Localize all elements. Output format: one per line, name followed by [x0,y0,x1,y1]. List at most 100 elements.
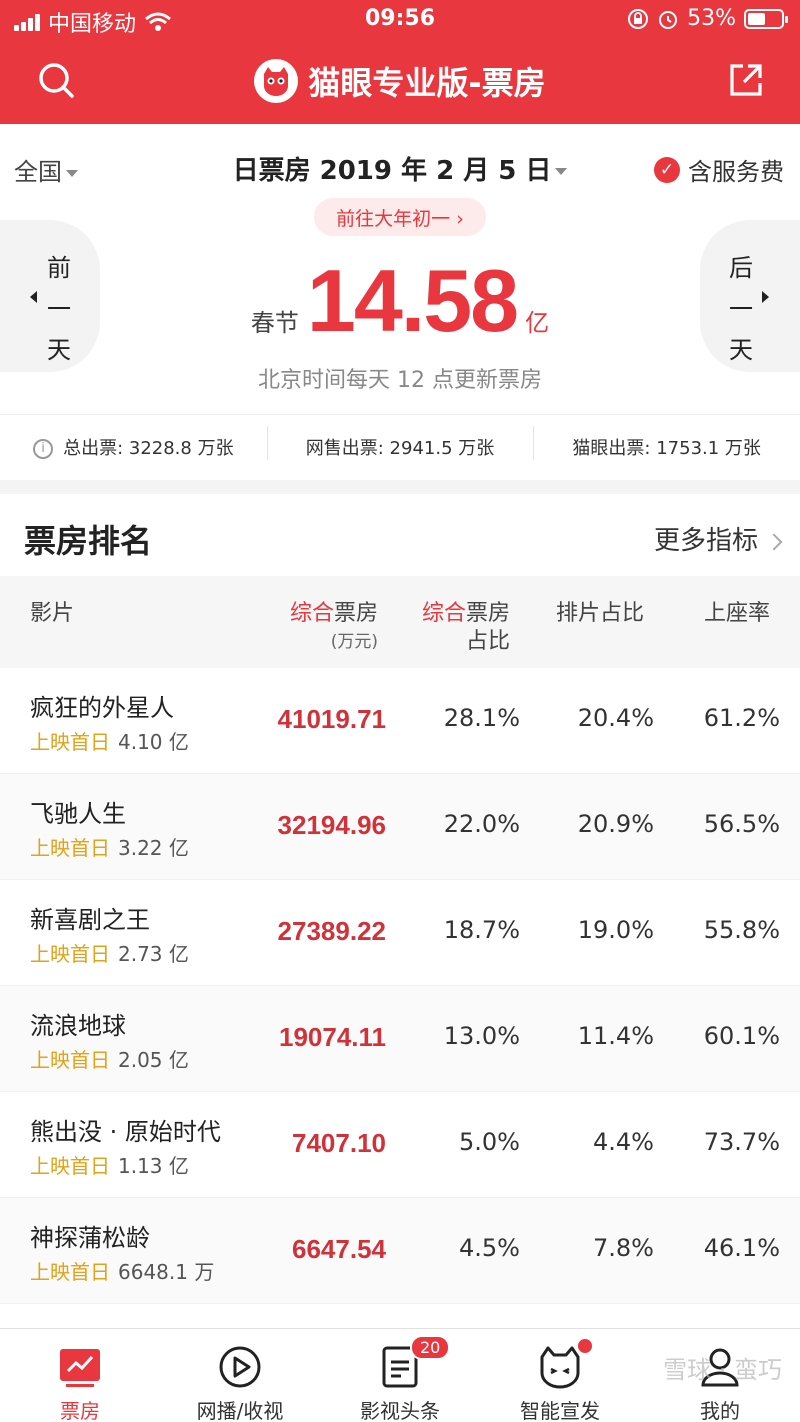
nav-title-group: 猫眼专业版-票房 [0,58,800,104]
movie-name: 疯狂的外星人 [30,694,174,722]
play-icon [219,1346,261,1388]
table-row[interactable]: 神探蒲松龄 上映首日 6648.1 万 6647.54 4.5% 7.8% 46.… [0,1198,800,1304]
share-icon[interactable] [728,62,764,98]
checkmark-icon: ✓ [654,156,680,183]
tab-boxoffice[interactable]: 票房 [0,1329,160,1422]
col-share-hl: 综合 [421,601,466,626]
share-value: 4.5% [459,1234,520,1262]
festival-label: 春节 [250,309,299,337]
tab-label: 智能宣发 [520,1399,600,1422]
boxoffice-value: 19074.11 [278,1022,386,1052]
stat-online-tickets-text: 网售出票: 2941.5 万张 [305,437,495,459]
table-header: 影片 综合票房 (万元) 综合票房 占比 排片占比 上座率 [0,576,800,668]
release-value: 4.10 亿 [118,730,189,754]
ticket-stats: i 总出票: 3228.8 万张 网售出票: 2941.5 万张 猫眼出票: 17… [0,414,800,478]
notification-dot [578,1339,592,1353]
daily-total-unit: 亿 [525,309,550,337]
nav-bar: 猫眼专业版-票房 [0,44,800,120]
movie-name: 熊出没 · 原始时代 [30,1118,221,1146]
tab-streaming[interactable]: 网播/收视 [160,1329,320,1422]
boxoffice-value: 32194.96 [277,810,386,840]
movie-name: 流浪地球 [30,1012,126,1040]
seat-value: 60.1% [703,1022,780,1050]
release-label: 上映首日 [30,836,110,860]
release-value: 3.22 亿 [118,836,189,860]
release-info: 上映首日 2.73 亿 [30,938,189,967]
table-row[interactable]: 疯狂的外星人 上映首日 4.10 亿 41019.71 28.1% 20.4% 6… [0,668,800,774]
page-title: 猫眼专业版-票房 [308,64,546,102]
seat-value: 55.8% [703,916,780,944]
table-row[interactable]: 新喜剧之王 上映首日 2.73 亿 27389.22 18.7% 19.0% 55… [0,880,800,986]
release-label: 上映首日 [30,730,110,754]
col-film-label: 影片 [30,601,75,626]
rotation-lock-icon [628,8,649,29]
col-boxoffice-label: 票房 [333,601,378,626]
box-office-summary: 全国 日票房 2019 年 2 月 5 日 ✓ 含服务费 前往大年初一 › 前 … [0,124,800,480]
holiday-link[interactable]: 前往大年初一 › [314,198,486,236]
screening-value: 11.4% [577,1022,654,1050]
release-label: 上映首日 [30,1048,110,1072]
stat-maoyan-tickets: 猫眼出票: 1753.1 万张 [533,425,800,460]
share-value: 5.0% [459,1128,520,1156]
info-icon[interactable]: i [33,438,54,459]
tab-label: 我的 [700,1399,740,1422]
col-seat-label: 上座率 [703,601,770,626]
release-info: 上映首日 2.05 亿 [30,1044,189,1073]
service-fee-label: 含服务费 [688,158,784,186]
release-info: 上映首日 4.10 亿 [30,726,189,755]
boxoffice-value: 7407.10 [292,1128,386,1158]
col-share-label: 票房 [465,601,510,626]
col-seat[interactable]: 上座率 [704,600,770,628]
status-bar: 中国移动 09:56 53% [0,0,800,40]
daily-total: 春节 14.58 亿 [0,250,800,352]
screening-value: 7.8% [593,1234,654,1262]
movie-name: 新喜剧之王 [30,906,150,934]
stat-total-tickets: i 总出票: 3228.8 万张 [0,434,267,460]
seat-value: 46.1% [703,1234,780,1262]
release-info: 上映首日 1.13 亿 [30,1150,189,1179]
screening-value: 20.4% [577,704,654,732]
ranking-section: 票房排名 更多指标 影片 综合票房 (万元) 综合票房 占比 排片占比 上座率 … [0,494,800,1328]
boxoffice-value: 41019.71 [277,704,386,734]
col-share[interactable]: 综合票房 占比 [422,600,510,656]
share-value: 28.1% [443,704,520,732]
daily-total-value: 14.58 [306,251,519,350]
cat-icon [540,1346,580,1389]
tab-label: 网播/收视 [196,1399,284,1422]
update-note: 北京时间每天 12 点更新票房 [258,368,542,393]
tab-label: 影视头条 [360,1399,440,1422]
release-label: 上映首日 [30,942,110,966]
app-header: 中国移动 09:56 53% 猫眼专业版-票房 [0,0,800,124]
stat-total-tickets-text: 总出票: 3228.8 万张 [63,437,234,459]
table-row[interactable]: 熊出没 · 原始时代 上映首日 1.13 亿 7407.10 5.0% 4.4% … [0,1092,800,1198]
more-metrics-link[interactable]: 更多指标 [653,520,783,557]
movie-name: 神探蒲松龄 [30,1224,150,1252]
seat-value: 61.2% [703,704,780,732]
col-screening[interactable]: 排片占比 [556,600,644,628]
chart-icon [60,1349,100,1387]
col-boxoffice-unit: (万元) [330,632,378,652]
table-row[interactable]: 流浪地球 上映首日 2.05 亿 19074.11 13.0% 11.4% 60.… [0,986,800,1092]
tab-label: 票房 [60,1399,100,1422]
ranking-rows: 疯狂的外星人 上映首日 4.10 亿 41019.71 28.1% 20.4% 6… [0,668,800,1304]
maoyan-logo-icon [254,59,299,103]
status-right: 53% [627,6,788,31]
col-film: 影片 [30,600,74,628]
seat-value: 56.5% [703,810,780,838]
tab-promotion[interactable]: 智能宣发 [480,1329,640,1422]
release-info: 上映首日 3.22 亿 [30,832,189,861]
release-value: 2.05 亿 [118,1048,189,1072]
service-fee-toggle[interactable]: ✓ 含服务费 [654,152,784,187]
date-label: 日票房 2019 年 2 月 5 日 [232,156,552,186]
col-boxoffice[interactable]: 综合票房 (万元) [290,600,378,656]
col-boxoffice-hl: 综合 [289,601,334,626]
release-value: 2.73 亿 [118,942,189,966]
table-row[interactable]: 飞驰人生 上映首日 3.22 亿 32194.96 22.0% 20.9% 56.… [0,774,800,880]
boxoffice-value: 27389.22 [277,916,386,946]
chevron-right-icon [765,533,783,550]
screening-value: 19.0% [577,916,654,944]
stat-online-tickets: 网售出票: 2941.5 万张 [266,425,534,460]
col-share-label-2: 占比 [465,629,510,654]
more-metrics-label: 更多指标 [653,526,758,556]
tab-news[interactable]: 20 影视头条 [320,1329,480,1422]
